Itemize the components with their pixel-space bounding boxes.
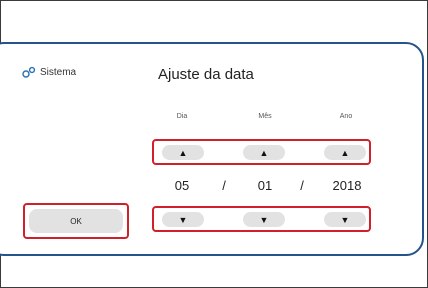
arrow-up-icon: ▲ — [340, 147, 350, 158]
ok-button[interactable]: OK — [29, 209, 123, 233]
arrow-down-icon: ▼ — [259, 214, 269, 225]
day-column-label: Dia — [176, 113, 188, 120]
settings-gear-icon — [22, 66, 36, 78]
month-value: 01 — [257, 178, 273, 193]
year-down-button[interactable]: ▼ — [324, 212, 366, 227]
date-separator: / — [222, 178, 226, 193]
year-up-button[interactable]: ▲ — [324, 145, 366, 160]
month-column-label: Mês — [258, 113, 272, 120]
decrement-buttons-group: ▼ ▼ ▼ — [152, 206, 371, 232]
ok-button-highlight: OK — [23, 203, 129, 239]
sidebar-item-label: Sistema — [40, 66, 77, 78]
arrow-up-icon: ▲ — [178, 147, 188, 158]
page-title: Ajuste da data — [158, 66, 254, 83]
sidebar-item-system[interactable]: Sistema — [22, 66, 76, 78]
day-up-button[interactable]: ▲ — [162, 145, 204, 160]
increment-buttons-group: ▲ ▲ ▲ — [152, 139, 371, 165]
arrow-down-icon: ▼ — [178, 214, 188, 225]
day-down-button[interactable]: ▼ — [162, 212, 204, 227]
arrow-down-icon: ▼ — [340, 214, 350, 225]
year-column-label: Ano — [339, 113, 353, 120]
year-value: 2018 — [332, 178, 362, 193]
arrow-up-icon: ▲ — [259, 147, 269, 158]
day-value: 05 — [174, 178, 190, 193]
month-up-button[interactable]: ▲ — [243, 145, 285, 160]
month-down-button[interactable]: ▼ — [243, 212, 285, 227]
date-separator: / — [300, 178, 304, 193]
